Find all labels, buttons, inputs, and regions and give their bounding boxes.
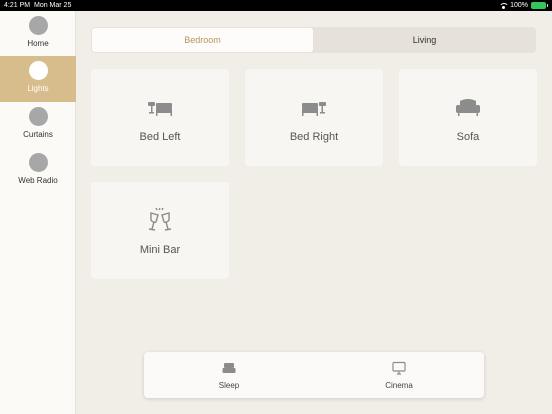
scene-sleep[interactable]: Sleep	[144, 352, 314, 398]
room-tabs: Bedroom Living	[91, 27, 536, 53]
scene-label: Sleep	[218, 381, 240, 390]
status-time: 4:21 PM	[4, 2, 31, 9]
light-label: Bed Right	[289, 131, 339, 143]
tab-living[interactable]: Living	[314, 28, 535, 52]
tv-icon	[392, 361, 406, 375]
scene-cinema[interactable]: Cinema	[314, 352, 484, 398]
status-date: Mon Mar 25	[34, 2, 72, 9]
bed-lamp-right-icon	[302, 102, 326, 116]
status-bar: 4:21 PM Mon Mar 25 100%	[0, 0, 552, 11]
sofa-icon	[456, 99, 480, 116]
sidebar-item-lights[interactable]: Lights	[0, 56, 76, 102]
bed-icon	[222, 363, 236, 373]
sidebar-item-home[interactable]: Home	[0, 11, 76, 57]
lights-icon	[28, 61, 48, 80]
scene-bar: Sleep Cinema	[144, 352, 484, 398]
wifi-icon	[499, 2, 510, 9]
sidebar-item-label: Home	[27, 39, 49, 48]
sidebar-item-label: Curtains	[23, 130, 53, 139]
battery-percent: 100%	[510, 2, 528, 9]
light-label: Sofa	[456, 131, 480, 143]
sidebar-item-label: Web Radio	[18, 176, 58, 185]
light-label: Mini Bar	[139, 244, 181, 256]
scene-label: Cinema	[385, 381, 413, 390]
curtains-icon	[28, 107, 48, 126]
home-icon	[28, 16, 48, 35]
sidebar-item-curtains[interactable]: Curtains	[0, 102, 76, 148]
sidebar-item-web-radio[interactable]: Web Radio	[0, 148, 76, 194]
sidebar: Home Lights Curtains Web Radio	[0, 11, 76, 414]
bed-lamp-left-icon	[148, 102, 172, 116]
wine-glasses-icon	[148, 208, 172, 231]
tab-bedroom[interactable]: Bedroom	[92, 28, 313, 52]
radio-icon	[28, 153, 48, 172]
battery-icon	[531, 2, 548, 9]
light-label: Bed Left	[139, 131, 181, 143]
light-tile-mini-bar[interactable]: Mini Bar	[91, 182, 229, 279]
status-right: 100%	[499, 0, 548, 11]
light-tile-bed-right[interactable]: Bed Right	[245, 69, 383, 166]
light-tile-sofa[interactable]: Sofa	[399, 69, 537, 166]
light-tile-bed-left[interactable]: Bed Left	[91, 69, 229, 166]
sidebar-item-label: Lights	[27, 84, 49, 93]
